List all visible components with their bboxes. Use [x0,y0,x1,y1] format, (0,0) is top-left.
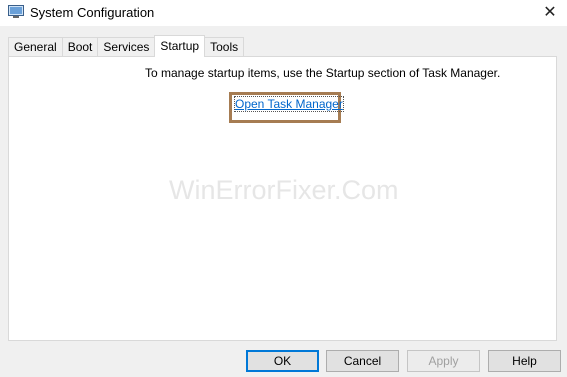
close-icon[interactable]: ✕ [533,0,567,24]
tab-strip: General Boot Services Startup Tools [8,35,245,57]
startup-panel: To manage startup items, use the Startup… [8,56,557,341]
open-task-manager-link[interactable]: Open Task Manager [234,96,344,112]
tab-tools[interactable]: Tools [204,37,245,57]
apply-button[interactable]: Apply [407,350,480,372]
cancel-button[interactable]: Cancel [326,350,399,372]
window-title: System Configuration [30,5,155,20]
tab-general[interactable]: General [8,37,63,57]
tab-startup[interactable]: Startup [154,35,206,57]
tab-boot[interactable]: Boot [61,37,99,57]
tab-services[interactable]: Services [97,37,156,57]
watermark: WinErrorFixer.Com [169,175,399,205]
startup-message: To manage startup items, use the Startup… [145,66,501,80]
title-bar: System Configuration ✕ [0,0,567,26]
help-button[interactable]: Help [488,350,561,372]
system-config-icon [8,5,24,19]
ok-button[interactable]: OK [246,350,319,372]
